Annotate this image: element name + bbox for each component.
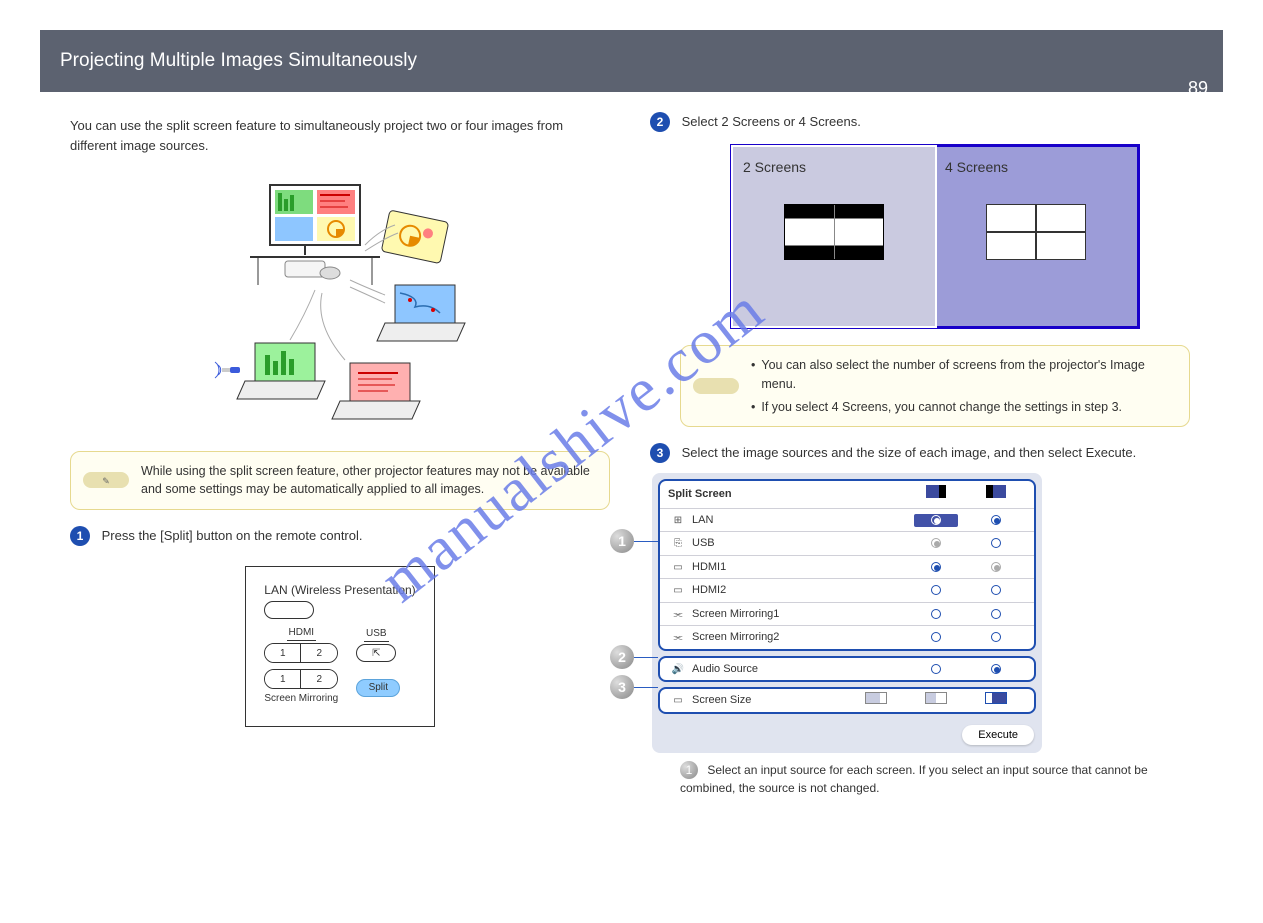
note-icon: ✎ [83,472,129,488]
hdmi-icon: ▭ [668,560,688,575]
menu-row-lan: ⊞ LAN [660,508,1034,532]
screens-selection: 2 Screens 4 Screens [730,144,1140,329]
svg-text:✎: ✎ [102,476,110,486]
step-number-1: 1 [70,526,90,546]
screen-size-icon: ▭ [668,693,688,708]
lan-icon: ⊞ [668,513,688,528]
speaker-icon: 🔊 [668,662,688,677]
callout-1-text: 1 Select an input source for each screen… [680,761,1190,797]
mirroring-icon: ⫘ [668,607,688,622]
split-screen-menu: Split Screen ⊞ LAN ⎘ USB [652,473,1042,753]
network-illustration [70,175,610,431]
note-box-1: ✎ While using the split screen feature, … [70,451,610,511]
callout-3: 3 [610,675,634,699]
menu-row-hdmi2: ▭ HDMI2 [660,578,1034,602]
callout-1: 1 [610,529,634,553]
page-title: Projecting Multiple Images Simultaneousl… [60,50,417,72]
hdmi-icon: ▭ [668,583,688,598]
menu-row-size: ▭ Screen Size [660,689,1034,712]
step-3-text: Select the image sources and the size of… [682,443,1182,463]
execute-button: Execute [962,725,1034,745]
step-number-2: 2 [650,112,670,132]
menu-row-hdmi1: ▭ HDMI1 [660,555,1034,579]
menu-row-mirroring1: ⫘ Screen Mirroring1 [660,602,1034,626]
step-2-text: Select 2 Screens or 4 Screens. [682,112,1182,132]
page-number: 89 [1188,78,1208,99]
option-4-screens: 4 Screens [935,147,1137,326]
option-2-screens: 2 Screens [731,145,937,328]
usb-icon: ⎘ [668,536,688,551]
note-icon [693,378,739,394]
step-1-text: Press the [Split] button on the remote c… [102,526,602,546]
split-button: Split [356,679,400,697]
note-box-2: •You can also select the number of scree… [680,345,1190,427]
intro-text: You can use the split screen feature to … [70,116,610,155]
callout-2: 2 [610,645,634,669]
step-number-3: 3 [650,443,670,463]
mirroring-icon: ⫘ [668,630,688,645]
menu-row-usb: ⎘ USB [660,531,1034,555]
remote-illustration: LAN (Wireless Presentation) HDMI 12 USB … [70,566,610,727]
menu-row-audio: 🔊 Audio Source [660,658,1034,681]
menu-row-mirroring2: ⫘ Screen Mirroring2 [660,625,1034,649]
